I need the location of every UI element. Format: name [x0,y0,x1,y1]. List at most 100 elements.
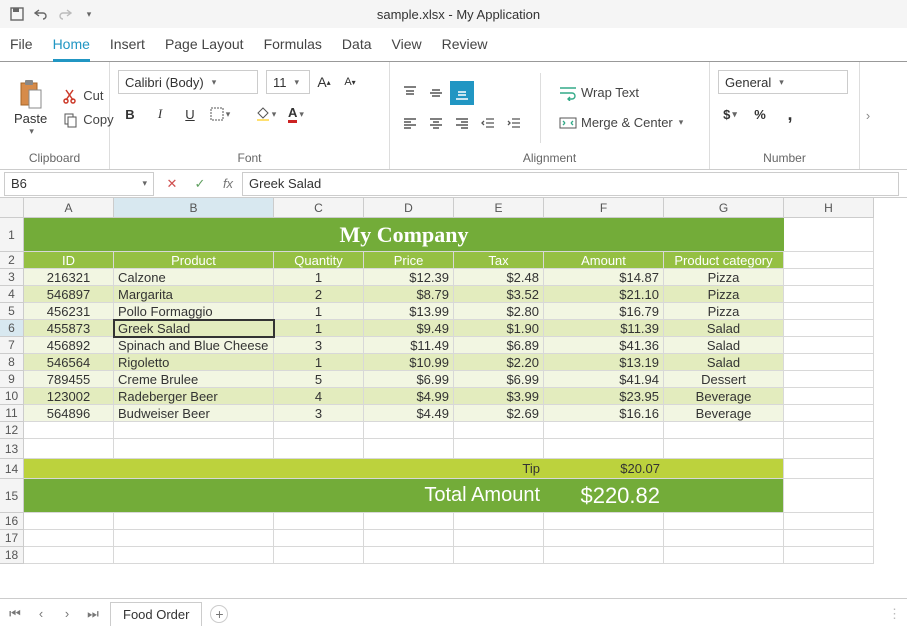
cell[interactable]: $13.19 [544,354,664,371]
cell[interactable] [24,513,114,530]
cell[interactable] [784,388,874,405]
cell[interactable] [784,547,874,564]
cell[interactable]: Spinach and Blue Cheese [114,337,274,354]
cell[interactable] [544,530,664,547]
cell[interactable] [784,479,874,513]
menu-tab-review[interactable]: Review [442,27,488,61]
cell[interactable] [364,530,454,547]
cell[interactable]: 1 [274,303,364,320]
cell[interactable] [454,530,544,547]
align-top-icon[interactable] [398,81,422,105]
menu-tab-page-layout[interactable]: Page Layout [165,27,244,61]
column-header[interactable]: H [784,198,874,218]
cell[interactable]: 123002 [24,388,114,405]
name-box[interactable]: B6▾ [4,172,154,196]
copy-button[interactable]: Copy [59,110,117,130]
cell[interactable]: $41.94 [544,371,664,388]
row-header[interactable]: 4 [0,286,24,303]
font-color-button[interactable]: A▾ [284,102,308,126]
cell[interactable]: $14.87 [544,269,664,286]
cell[interactable]: Rigoletto [114,354,274,371]
increase-indent-icon[interactable] [502,111,526,135]
row-header[interactable]: 11 [0,405,24,422]
cell[interactable]: Creme Brulee [114,371,274,388]
cell[interactable]: Salad [664,354,784,371]
fill-color-button[interactable]: ▾ [254,102,278,126]
cell[interactable]: 4 [274,388,364,405]
row-header[interactable]: 5 [0,303,24,320]
row-header[interactable]: 12 [0,422,24,439]
cell[interactable] [784,371,874,388]
cell[interactable]: 3 [274,405,364,422]
cell[interactable]: 546897 [24,286,114,303]
cell[interactable]: $9.49 [364,320,454,337]
cell[interactable]: $2.80 [454,303,544,320]
cell[interactable]: Pizza [664,269,784,286]
cell[interactable]: $11.49 [364,337,454,354]
cell[interactable] [364,547,454,564]
cell[interactable] [274,439,364,459]
company-title-cell[interactable]: My Company [24,218,784,252]
cell[interactable]: Product category [664,252,784,269]
cell[interactable] [784,422,874,439]
cell[interactable]: $16.79 [544,303,664,320]
cell[interactable] [664,422,784,439]
ribbon-scroll-right-icon[interactable]: › [860,62,876,169]
cell[interactable] [664,530,784,547]
row-header[interactable]: 6 [0,320,24,337]
row-header[interactable]: 3 [0,269,24,286]
cell[interactable]: 564896 [24,405,114,422]
menu-tab-home[interactable]: Home [53,28,90,62]
cell[interactable]: 3 [274,337,364,354]
row-header[interactable]: 14 [0,459,24,479]
align-middle-icon[interactable] [424,81,448,105]
cell[interactable]: 456231 [24,303,114,320]
row-header[interactable]: 15 [0,479,24,513]
cell[interactable] [544,422,664,439]
cell[interactable]: $2.48 [454,269,544,286]
cell[interactable] [114,513,274,530]
cell[interactable]: Pizza [664,286,784,303]
cell[interactable]: $21.10 [544,286,664,303]
save-icon[interactable] [8,5,26,23]
cell[interactable] [454,422,544,439]
align-right-icon[interactable] [450,111,474,135]
increase-font-icon[interactable]: A▴ [312,70,336,94]
font-size-dropdown[interactable]: 11▾ [266,70,310,94]
comma-icon[interactable]: , [778,102,802,126]
qat-dropdown-icon[interactable]: ▾ [80,5,98,23]
cell[interactable]: 546564 [24,354,114,371]
cell[interactable]: $6.99 [364,371,454,388]
total-value-cell[interactable]: $220.82 [544,479,664,513]
cell[interactable]: 2 [274,286,364,303]
cell[interactable]: $3.52 [454,286,544,303]
column-header[interactable]: C [274,198,364,218]
cell[interactable] [664,479,784,513]
cell[interactable]: 789455 [24,371,114,388]
first-sheet-icon[interactable]: ⏮ [6,605,24,623]
cell[interactable]: 1 [274,320,364,337]
cell[interactable]: Beverage [664,405,784,422]
cell[interactable]: Pizza [664,303,784,320]
column-header[interactable]: E [454,198,544,218]
cell[interactable]: Beverage [664,388,784,405]
cell[interactable]: $16.16 [544,405,664,422]
cell[interactable]: 1 [274,269,364,286]
decrease-font-icon[interactable]: A▾ [338,70,362,94]
redo-icon[interactable] [56,5,74,23]
cell[interactable] [784,303,874,320]
row-header[interactable]: 7 [0,337,24,354]
prev-sheet-icon[interactable]: ‹ [32,605,50,623]
fx-icon[interactable]: fx [214,172,242,196]
cell[interactable]: Budweiser Beer [114,405,274,422]
cell[interactable] [24,439,114,459]
cell[interactable] [364,439,454,459]
cell[interactable] [544,439,664,459]
cell[interactable]: $11.39 [544,320,664,337]
column-header[interactable]: B [114,198,274,218]
cell[interactable] [784,439,874,459]
cell[interactable]: 456892 [24,337,114,354]
cell[interactable] [664,459,784,479]
percent-icon[interactable]: % [748,102,772,126]
cell[interactable]: Dessert [664,371,784,388]
